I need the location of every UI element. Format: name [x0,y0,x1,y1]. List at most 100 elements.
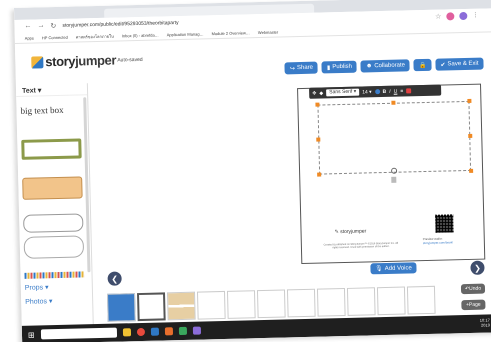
storyjumper-logo[interactable]: storyjumper [31,53,116,70]
move-icon[interactable]: ✥ [312,90,316,96]
share-icon: ↪ [289,65,296,72]
save-exit-label: Save & Exit [447,60,479,68]
thumbnail-page[interactable] [406,285,436,315]
bookmark-item[interactable]: Application Manag… [167,31,204,37]
file-explorer-icon[interactable] [122,328,131,337]
selected-text-box[interactable] [317,100,472,175]
font-size-select[interactable]: 14 ▾ [362,89,372,95]
align-icon[interactable]: ≡ [400,88,403,94]
book-icon: ▮ [326,64,331,71]
resize-handle[interactable] [391,100,396,105]
thumbnail-page[interactable] [346,287,376,316]
sidebar-dotted-border[interactable] [24,271,85,279]
sidebar-text-dropdown[interactable]: Text ▾ [15,83,88,97]
thumbnail-page[interactable] [226,290,256,319]
check-circle-icon: ✔ [440,61,446,69]
undo-button[interactable]: ↶ Undo [460,283,486,295]
audio-preview-note: Preview audio: storyjumper.com/book/ [423,236,453,245]
underline-button[interactable]: U [394,88,398,94]
thumbnail-page[interactable] [286,288,316,318]
resize-handle[interactable] [469,168,474,173]
chevron-left-icon: ❮ [111,274,119,284]
resize-handle[interactable] [315,102,320,107]
element-sidebar: Text ▾ big text box Props ▾ Photos ▾ [15,83,95,342]
save-exit-button[interactable]: ✔ Save & Exit [435,57,484,71]
add-page-label: Page [468,301,481,308]
lock-button[interactable]: 🔒 [413,58,432,72]
bookmark-apps[interactable]: Apps [25,36,34,41]
add-page-button[interactable]: + Page [461,299,486,311]
sidebar-speech-bubble[interactable] [23,213,84,233]
bookmark-item[interactable]: Webmaster [258,30,279,35]
thumbnail-page[interactable] [256,289,286,319]
delete-icon[interactable] [406,88,412,94]
undo-label: Undo [469,285,482,292]
monitor-screen: ← → ↻ storyjumper.com/public/edit/952930… [14,0,491,342]
publish-label: Publish [332,63,353,71]
sidebar-text-box-option[interactable]: big text box [20,101,80,120]
drag-handle-icon[interactable] [391,176,397,183]
resize-handle[interactable] [317,172,322,177]
thumbnail-page[interactable] [376,286,406,316]
app-icon[interactable] [178,326,187,336]
back-arrow-icon[interactable]: ← [24,23,31,31]
app-icon[interactable] [192,326,201,335]
preview-link[interactable]: storyjumper.com/book/ [423,240,453,245]
bookmark-item[interactable]: HP Connected [42,35,68,41]
sidebar-props-dropdown[interactable]: Props ▾ [25,283,49,292]
share-button[interactable]: ↪ Share [284,61,319,75]
taskbar-search[interactable] [40,327,117,340]
canvas-area: ✥ ◆ Sans Serif ▾ 14 ▾ B I U ≡ ✎ storyjum… [88,73,491,287]
thumbnail-cover[interactable] [107,293,136,322]
bookmark-item[interactable]: Inbox (0) - abrefda… [122,32,159,38]
collaborate-label: Collaborate [374,62,406,70]
clock-date: 2019 [480,322,490,328]
windows-start-icon[interactable]: ⊞ [28,330,35,339]
share-label: Share [296,64,314,72]
chrome-icon[interactable] [136,327,145,337]
resize-handle[interactable] [467,98,472,103]
reload-icon[interactable]: ↻ [50,22,56,30]
resize-handle[interactable] [316,137,321,142]
page-footer-logo: ✎ storyjumper [334,228,367,236]
url-field[interactable]: storyjumper.com/public/edit/95293053/the… [62,20,178,29]
star-icon[interactable]: ☆ [435,13,441,21]
publish-button[interactable]: ▮ Publish [321,60,358,74]
thumbnail-page[interactable] [166,291,196,321]
menu-dots-icon[interactable]: ⋮ [472,12,478,20]
font-select[interactable]: Sans Serif ▾ [326,88,360,97]
thumbnail-current[interactable] [137,292,166,322]
taskbar-clock[interactable]: 10:17 2019 [480,317,490,327]
browser-nav: ← → ↻ [24,22,62,31]
browser-extensions: ☆ ⋮ [435,11,478,21]
photo-frame: ← → ↻ storyjumper.com/public/edit/952930… [0,0,491,342]
thumbnail-page[interactable] [316,287,346,317]
sidebar-bamboo-frame[interactable] [21,138,82,160]
logo-wordmark: storyjumper [45,52,117,70]
microphone-icon: 🎙 [375,266,383,273]
italic-button[interactable]: I [389,88,391,94]
sidebar-scroll-banner[interactable] [22,176,83,200]
sidebar-photos-dropdown[interactable]: Photos ▾ [25,297,52,306]
sidebar-thought-cloud[interactable] [23,235,85,259]
collaborate-button[interactable]: ☻ Collaborate [360,59,411,73]
add-voice-label: Add Voice [384,264,412,272]
extension-icon[interactable] [459,11,468,21]
color-swatch-icon[interactable] [374,89,380,95]
bold-button[interactable]: B [383,88,387,94]
bookmark-item[interactable]: Module 2 Overview… [212,30,250,36]
layer-icon[interactable]: ◆ [319,90,323,96]
chevron-right-icon: ❯ [474,263,481,273]
bookmark-item[interactable]: ศาสตร์ของโลกภายใน [76,33,114,41]
qr-code-icon [435,214,454,233]
forward-arrow-icon[interactable]: → [37,22,44,30]
people-icon: ☻ [365,63,373,70]
extension-icon[interactable] [446,12,455,21]
edge-icon[interactable] [150,327,159,336]
app-icon[interactable] [164,327,173,336]
logo-mark-icon [31,55,44,69]
resize-handle[interactable] [468,133,473,138]
add-voice-button[interactable]: 🎙 Add Voice [370,262,417,275]
thumbnail-page[interactable] [196,290,226,320]
header-buttons: ↪ Share ▮ Publish ☻ Collaborate 🔒 ✔ Save & E… [284,57,484,75]
